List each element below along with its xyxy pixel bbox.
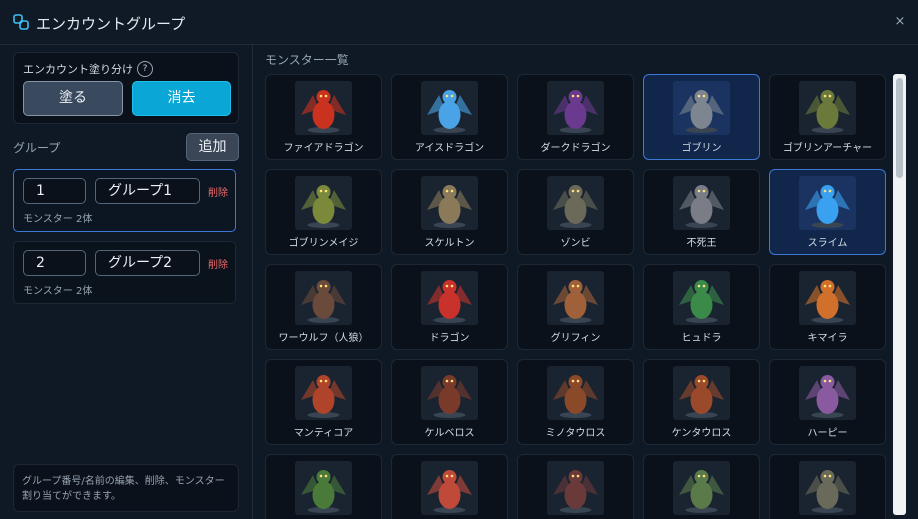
- monster-card[interactable]: [769, 454, 886, 519]
- monster-card[interactable]: ダークドラゴン: [517, 74, 634, 160]
- monster-card[interactable]: ドラゴン: [391, 264, 508, 350]
- monster-name: ゴブリン: [681, 143, 722, 154]
- group-monster-count: モンスター 2体: [23, 286, 93, 297]
- group-link-icon: [13, 14, 29, 30]
- close-icon[interactable]: ×: [892, 14, 908, 30]
- monster-card[interactable]: マンティコア: [265, 359, 382, 445]
- monster-card[interactable]: ゴブリンアーチャー: [769, 74, 886, 160]
- group-card[interactable]: 1 グループ1 削除 モンスター 2体: [13, 169, 236, 232]
- monster-card[interactable]: ミノタウロス: [517, 359, 634, 445]
- delete-group-button[interactable]: 削除: [208, 256, 228, 271]
- group-monster-count: モンスター 2体: [23, 214, 93, 225]
- monster-name: ダークドラゴン: [540, 143, 611, 154]
- hydra-icon: [673, 271, 730, 325]
- paint-mode-label: エンカウント塗り分け: [23, 63, 133, 76]
- title-bar: エンカウントグループ ×: [0, 0, 918, 45]
- griffin-icon: [547, 271, 604, 325]
- monster-card[interactable]: ゾンビ: [517, 169, 634, 255]
- cerberus-icon: [421, 366, 478, 420]
- zombie-icon: [547, 176, 604, 230]
- monster-name: グリフィン: [550, 333, 601, 344]
- group-number-field[interactable]: 1: [23, 178, 86, 204]
- monster-name: ゴブリンメイジ: [288, 238, 359, 249]
- monster-card[interactable]: スケルトン: [391, 169, 508, 255]
- troll-icon: [799, 461, 856, 515]
- monster-name: マンティコア: [293, 428, 354, 439]
- goblin-archer-icon: [799, 81, 856, 135]
- monster-name: ヒュドラ: [681, 333, 722, 344]
- monster-card[interactable]: ワーウルフ（人狼）: [265, 264, 382, 350]
- monster-name: アイスドラゴン: [414, 143, 485, 154]
- help-icon[interactable]: ?: [137, 61, 153, 77]
- group-name-field[interactable]: グループ1: [95, 178, 200, 204]
- minotaur-icon: [547, 366, 604, 420]
- monster-card[interactable]: キマイラ: [769, 264, 886, 350]
- delete-group-button[interactable]: 削除: [208, 184, 228, 199]
- monster-card[interactable]: ハーピー: [769, 359, 886, 445]
- bird-beast-icon: [421, 461, 478, 515]
- group-heading: グループ: [13, 141, 61, 155]
- slime-icon: [799, 176, 856, 230]
- monster-card[interactable]: ファイアドラゴン: [265, 74, 382, 160]
- monster-name: ミノタウロス: [545, 428, 606, 439]
- ghoul-icon: [673, 461, 730, 515]
- paint-mode-box: エンカウント塗り分け ? 塗る 消去: [13, 52, 239, 124]
- monster-name: スライム: [807, 238, 848, 249]
- monster-name: ゾンビ: [560, 238, 591, 249]
- centaur-icon: [673, 366, 730, 420]
- werewolf-icon: [295, 271, 352, 325]
- monster-card[interactable]: グリフィン: [517, 264, 634, 350]
- goblin-icon: [673, 81, 730, 135]
- monster-card[interactable]: ケンタウロス: [643, 359, 760, 445]
- monster-name: ドラゴン: [429, 333, 470, 344]
- monster-card[interactable]: ヒュドラ: [643, 264, 760, 350]
- group-panel: エンカウント塗り分け ? 塗る 消去 グループ 追加 1 グループ1 削除 モン…: [0, 44, 253, 519]
- monster-name: キマイラ: [807, 333, 848, 344]
- undead-king-icon: [673, 176, 730, 230]
- orc-icon: [295, 461, 352, 515]
- monster-panel: モンスター一覧 ファイアドラゴン アイスドラゴン ダークドラゴン ゴブリン ゴブリンアー…: [253, 44, 918, 519]
- ice-dragon-icon: [421, 81, 478, 135]
- monster-name: ゴブリンアーチャー: [782, 143, 873, 154]
- dragon-icon: [421, 271, 478, 325]
- monster-name: 不死王: [686, 238, 717, 249]
- monster-card[interactable]: ゴブリン: [643, 74, 760, 160]
- vampire-icon: [547, 461, 604, 515]
- encounter-group-dialog: エンカウントグループ × エンカウント塗り分け ? 塗る 消去 グループ 追加 …: [0, 0, 918, 519]
- goblin-mage-icon: [295, 176, 352, 230]
- group-name-field[interactable]: グループ2: [95, 250, 200, 276]
- monster-name: スケルトン: [424, 238, 475, 249]
- harpy-icon: [799, 366, 856, 420]
- paint-button[interactable]: 塗る: [23, 81, 123, 116]
- monster-card[interactable]: [643, 454, 760, 519]
- group-card[interactable]: 2 グループ2 削除 モンスター 2体: [13, 241, 236, 304]
- monster-card[interactable]: ケルベロス: [391, 359, 508, 445]
- monster-card[interactable]: [391, 454, 508, 519]
- help-note: グループ番号/名前の編集、削除、モンスター割り当てができます。: [13, 464, 239, 512]
- chimera-icon: [799, 271, 856, 325]
- skeleton-icon: [421, 176, 478, 230]
- monster-name: ケンタウロス: [671, 428, 732, 439]
- monster-card[interactable]: ゴブリンメイジ: [265, 169, 382, 255]
- monster-card[interactable]: 不死王: [643, 169, 760, 255]
- monster-name: ケルベロス: [424, 428, 475, 439]
- add-group-button[interactable]: 追加: [186, 133, 239, 161]
- group-number-field[interactable]: 2: [23, 250, 86, 276]
- dark-dragon-icon: [547, 81, 604, 135]
- erase-button[interactable]: 消去: [132, 81, 231, 116]
- monster-card[interactable]: [265, 454, 382, 519]
- monster-list-heading: モンスター一覧: [265, 53, 349, 67]
- dialog-title: エンカウントグループ: [36, 15, 186, 33]
- scrollbar[interactable]: [893, 74, 906, 515]
- fire-dragon-icon: [295, 81, 352, 135]
- manticore-icon: [295, 366, 352, 420]
- monster-card[interactable]: [517, 454, 634, 519]
- monster-name: ワーウルフ（人狼）: [278, 333, 369, 344]
- monster-grid: ファイアドラゴン アイスドラゴン ダークドラゴン ゴブリン ゴブリンアーチャーゴブリンメ…: [265, 74, 895, 519]
- monster-card[interactable]: アイスドラゴン: [391, 74, 508, 160]
- monster-name: ハーピー: [807, 428, 848, 439]
- monster-name: ファイアドラゴン: [283, 143, 364, 154]
- scrollbar-thumb[interactable]: [896, 78, 903, 178]
- monster-card[interactable]: スライム: [769, 169, 886, 255]
